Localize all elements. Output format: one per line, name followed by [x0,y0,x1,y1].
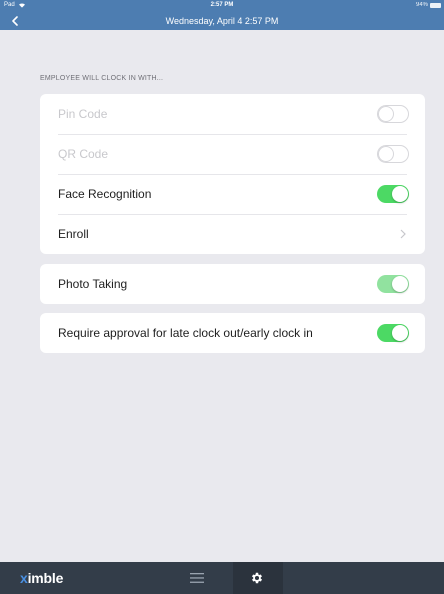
qr-code-toggle[interactable] [377,145,409,163]
tab-bar: ximble [0,562,444,594]
pin-code-label: Pin Code [58,107,108,121]
pin-code-toggle[interactable] [377,105,409,123]
toggle-knob [392,276,408,292]
photo-taking-row: Photo Taking [40,264,425,304]
enroll-row[interactable]: Enroll [40,214,425,254]
enroll-label: Enroll [58,227,89,241]
pin-code-row: Pin Code [40,94,425,134]
approval-label: Require approval for late clock out/earl… [58,326,313,340]
toggle-knob [392,325,408,341]
toggle-knob [378,146,394,162]
gear-icon[interactable] [250,571,264,585]
status-bar: Pad 2:57 PM 94% [0,0,444,12]
qr-code-row: QR Code [40,134,425,174]
battery-percent: 94% [415,2,428,8]
qr-code-label: QR Code [58,147,109,161]
battery-icon [430,2,441,8]
status-time: 2:57 PM [210,2,234,8]
status-right: 94% [416,2,441,8]
clock-in-options-card: Pin Code QR Code Face Recognition Enroll [40,94,425,254]
chevron-right-icon [400,229,406,239]
list-icon[interactable] [190,572,204,584]
photo-taking-card: Photo Taking [40,264,425,304]
face-recognition-row: Face Recognition [40,174,425,214]
photo-taking-label: Photo Taking [58,277,128,291]
section-header: EMPLOYEE WILL CLOCK IN WITH... [40,75,164,82]
toggle-knob [378,106,394,122]
approval-card: Require approval for late clock out/earl… [40,313,425,353]
ximble-logo: ximble [20,570,64,586]
toggle-knob [392,186,408,202]
page-title: Wednesday, April 4 2:57 PM [165,16,279,26]
approval-row: Require approval for late clock out/earl… [40,313,425,353]
approval-toggle[interactable] [377,324,409,342]
photo-taking-toggle[interactable] [377,275,409,293]
navigation-bar: Wednesday, April 4 2:57 PM [0,12,444,30]
face-recognition-toggle[interactable] [377,185,409,203]
face-recognition-label: Face Recognition [58,187,152,201]
